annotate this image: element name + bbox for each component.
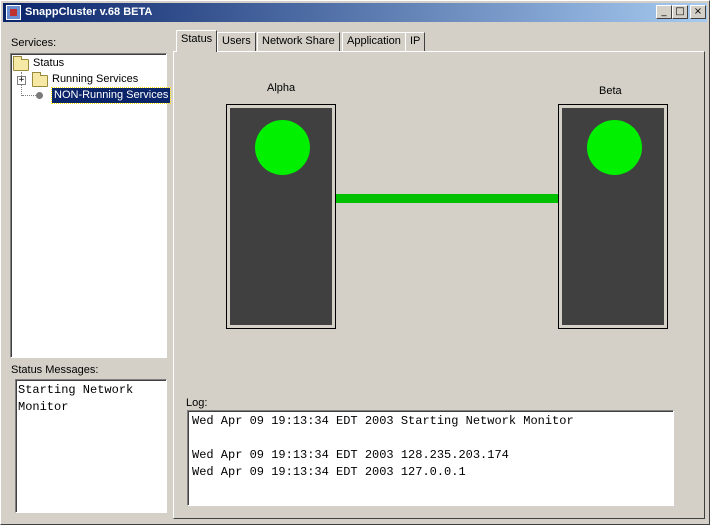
tab-users[interactable]: Users: [217, 32, 256, 51]
maximize-button[interactable]: □: [672, 5, 688, 19]
tab-ip[interactable]: IP: [405, 32, 426, 51]
app-icon: [6, 5, 21, 20]
status-messages-area[interactable]: Starting Network Monitor: [15, 379, 167, 513]
window-title: SnappCluster v.68 BETA: [25, 6, 153, 18]
node-label-alpha: Alpha: [267, 82, 296, 94]
log-area[interactable]: Wed Apr 09 19:13:34 EDT 2003 Starting Ne…: [187, 410, 674, 506]
status-tab-panel: Alpha Beta Log: Wed Apr 09 19:13:34 EDT …: [173, 51, 705, 519]
tree-item-label: NON-Running Services: [50, 87, 172, 104]
title-bar[interactable]: SnappCluster v.68 BETA _ □ ×: [3, 3, 707, 22]
log-line: Wed Apr 09 19:13:34 EDT 2003 Starting Ne…: [192, 414, 574, 428]
node-label-beta: Beta: [599, 85, 622, 97]
expand-icon[interactable]: +: [17, 76, 26, 85]
status-messages-label: Status Messages:: [11, 364, 99, 376]
folder-icon: [13, 56, 29, 71]
tab-network-share[interactable]: Network Share: [257, 32, 340, 51]
services-label: Services:: [11, 37, 57, 49]
node-beta[interactable]: [558, 104, 668, 329]
tree-item-label: Running Services: [52, 73, 139, 85]
services-tree[interactable]: Status + Running Services NON-Running Se…: [10, 53, 172, 358]
leaf-dot-icon: [36, 92, 43, 99]
node-alpha[interactable]: [226, 104, 336, 329]
tree-item-label: Status: [33, 57, 65, 69]
status-message-line: Starting Network: [18, 383, 134, 397]
log-label: Log:: [186, 397, 208, 409]
close-button[interactable]: ×: [690, 5, 706, 19]
tree-guide-line: [22, 95, 36, 96]
tab-application[interactable]: Application: [342, 32, 406, 51]
log-line: Wed Apr 09 19:13:34 EDT 2003 127.0.0.1: [192, 465, 466, 479]
log-line: Wed Apr 09 19:13:34 EDT 2003 128.235.203…: [192, 448, 509, 462]
status-light-alpha: [255, 120, 310, 175]
minimize-button[interactable]: _: [656, 5, 672, 19]
folder-icon: [32, 72, 48, 87]
network-link-line: [335, 193, 559, 203]
status-message-line: Monitor: [18, 400, 69, 414]
tab-status[interactable]: Status: [176, 30, 218, 52]
status-light-beta: [587, 120, 642, 175]
app-window: SnappCluster v.68 BETA _ □ × Services: S…: [0, 0, 710, 525]
